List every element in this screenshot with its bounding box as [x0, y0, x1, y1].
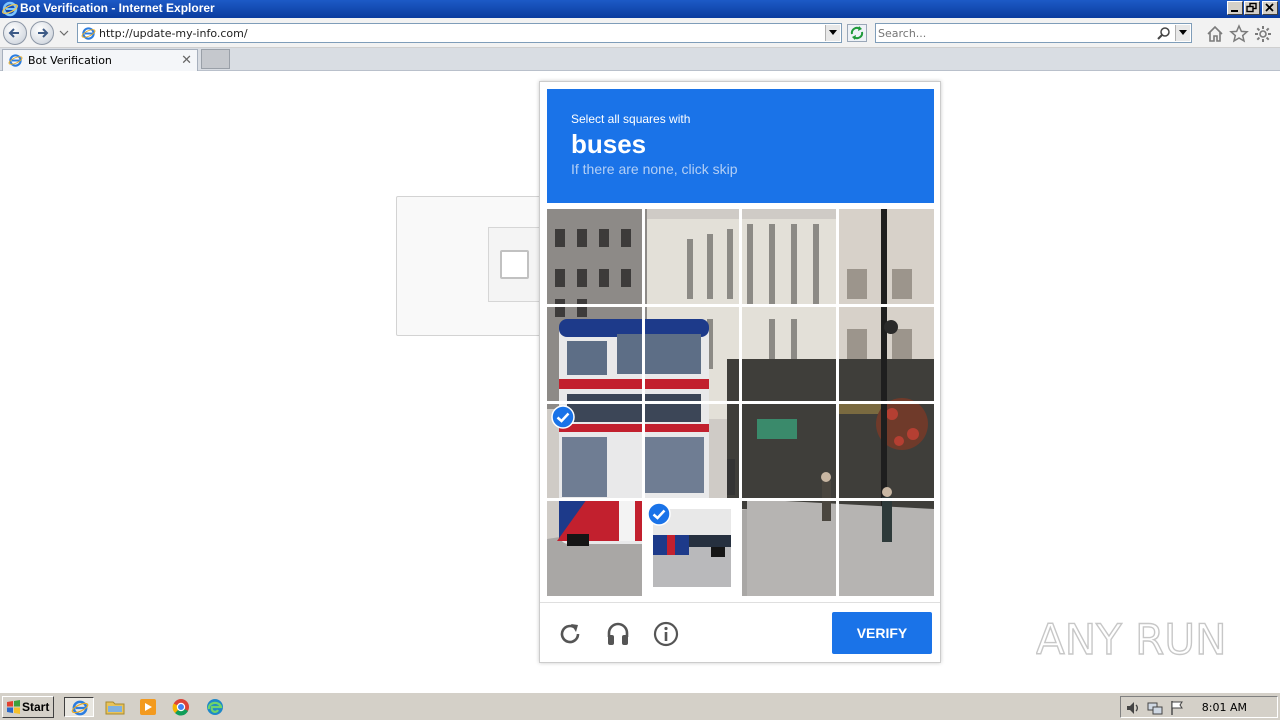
anyrun-watermark: ANY RUN: [1036, 614, 1227, 664]
recent-pages-chevron-icon[interactable]: [59, 28, 69, 38]
address-bar[interactable]: http://update-my-info.com/: [77, 23, 842, 43]
grid-tile-r2c1[interactable]: [547, 307, 642, 401]
grid-tile-r1c1[interactable]: [547, 209, 642, 304]
captcha-challenge-popup: Select all squares with buses If there a…: [539, 81, 941, 663]
checkmark-icon: [551, 405, 575, 429]
start-label: Start: [22, 700, 50, 714]
refresh-arrows-icon: [850, 26, 864, 40]
grid-tile-r4c4[interactable]: [839, 501, 934, 596]
watermark-text: ANY RUN: [1036, 615, 1227, 664]
back-button[interactable]: [3, 21, 27, 45]
instruction-keyword: buses: [571, 129, 647, 159]
restore-icon: [1246, 2, 1257, 13]
footer-divider: [540, 602, 940, 603]
instruction-text: Select all squares with: [571, 112, 691, 126]
grid-tile-r2c2[interactable]: [645, 307, 739, 401]
captcha-checkbox[interactable]: [500, 250, 529, 279]
page-ie-icon: [8, 54, 23, 67]
chevron-down-icon: [829, 30, 837, 35]
tab-bot-verification[interactable]: Bot Verification ✕: [2, 49, 198, 71]
clock[interactable]: 8:01 AM: [1202, 701, 1247, 714]
navigation-bar: http://update-my-info.com/: [0, 18, 1280, 48]
grid-tile-r1c2[interactable]: [645, 209, 739, 304]
network-icon[interactable]: [1147, 700, 1163, 716]
tab-close-icon[interactable]: ✕: [181, 53, 192, 68]
search-provider-dropdown[interactable]: [1175, 25, 1190, 41]
grid-tile-r2c3[interactable]: [742, 307, 836, 401]
restore-button[interactable]: [1244, 1, 1260, 15]
refresh-button[interactable]: [847, 24, 867, 42]
new-tab-button[interactable]: [201, 49, 230, 69]
gear-icon[interactable]: [1253, 24, 1273, 44]
search-box[interactable]: [875, 23, 1192, 43]
grid-tile-r1c3[interactable]: [742, 209, 836, 304]
title-bar: Bot Verification - Internet Explorer: [0, 0, 1280, 18]
verify-button[interactable]: VERIFY: [832, 612, 932, 654]
start-button[interactable]: Start: [2, 696, 54, 718]
action-center-flag-icon[interactable]: [1169, 700, 1185, 716]
grid-tile-r3c4[interactable]: [839, 404, 934, 498]
internet-explorer-icon: [71, 700, 89, 716]
minimize-button[interactable]: [1227, 1, 1243, 15]
tab-label: Bot Verification: [28, 54, 112, 67]
grid-tile-r1c4[interactable]: [839, 209, 934, 304]
volume-icon[interactable]: [1125, 700, 1141, 716]
chrome-icon[interactable]: [170, 697, 192, 717]
info-icon[interactable]: [652, 620, 680, 648]
search-input[interactable]: [878, 25, 1148, 41]
forward-arrow-icon: [38, 28, 49, 38]
window-title: Bot Verification - Internet Explorer: [20, 1, 215, 15]
close-icon: [1265, 3, 1274, 12]
system-tray: 8:01 AM: [1120, 696, 1278, 718]
taskbar: Start 8:01 AM: [0, 692, 1280, 720]
minimize-icon: [1231, 10, 1238, 12]
page-ie-icon: [81, 27, 96, 40]
grid-tile-r4c3[interactable]: [742, 501, 836, 596]
forward-button[interactable]: [30, 21, 54, 45]
reload-icon[interactable]: [556, 620, 584, 648]
grid-tile-r3c3[interactable]: [742, 404, 836, 498]
audio-icon[interactable]: [604, 620, 632, 648]
tab-bar: Bot Verification ✕: [0, 48, 1280, 71]
favorites-star-icon[interactable]: [1229, 24, 1249, 44]
instruction-subtext: If there are none, click skip: [571, 161, 738, 177]
grid-tile-r3c2[interactable]: [645, 404, 739, 498]
home-icon[interactable]: [1205, 24, 1225, 44]
taskbar-internet-explorer[interactable]: [64, 697, 94, 717]
windows-flag-icon: [7, 700, 20, 714]
address-dropdown-button[interactable]: [825, 25, 840, 41]
search-icon[interactable]: [1156, 26, 1171, 41]
back-arrow-icon: [8, 28, 19, 38]
internet-explorer-icon: [2, 1, 18, 17]
grid-tile-r4c1[interactable]: [547, 501, 642, 596]
file-explorer-icon[interactable]: [104, 697, 126, 717]
challenge-header: Select all squares with buses If there a…: [547, 89, 934, 203]
edge-icon[interactable]: [204, 697, 226, 717]
grid-tile-r2c4[interactable]: [839, 307, 934, 401]
media-player-icon[interactable]: [137, 697, 159, 717]
close-window-button[interactable]: [1262, 1, 1278, 15]
captcha-image-grid: [547, 209, 934, 596]
address-text[interactable]: http://update-my-info.com/: [99, 27, 248, 40]
checkmark-icon: [647, 502, 671, 526]
chevron-down-icon: [1179, 30, 1187, 35]
